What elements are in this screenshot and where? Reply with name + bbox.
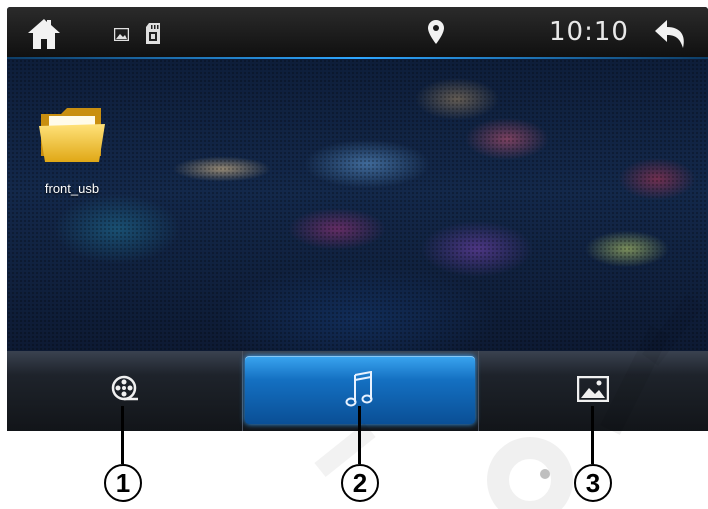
- device-screen: 10:10 front_usb: [7, 7, 708, 431]
- home-icon[interactable]: [25, 16, 63, 52]
- location-pin-icon: [427, 19, 445, 45]
- picture-icon: [113, 27, 129, 41]
- film-reel-icon: [110, 374, 140, 409]
- status-bar: 10:10: [7, 7, 708, 59]
- folder-label[interactable]: front_usb: [27, 181, 117, 196]
- back-arrow-icon[interactable]: [651, 17, 691, 51]
- photo-icon: [576, 375, 610, 407]
- tab-video[interactable]: [7, 351, 242, 431]
- folder-icon[interactable]: [37, 104, 107, 164]
- desktop-area: front_usb: [7, 59, 708, 351]
- clock: 10:10: [549, 17, 629, 47]
- callout-number: 3: [574, 464, 612, 502]
- callout-number: 1: [104, 464, 142, 502]
- callout-line: [591, 406, 594, 464]
- callout-line: [358, 406, 361, 464]
- sd-card-icon: [145, 22, 161, 44]
- callout-line: [121, 406, 124, 464]
- callout-number: 2: [341, 464, 379, 502]
